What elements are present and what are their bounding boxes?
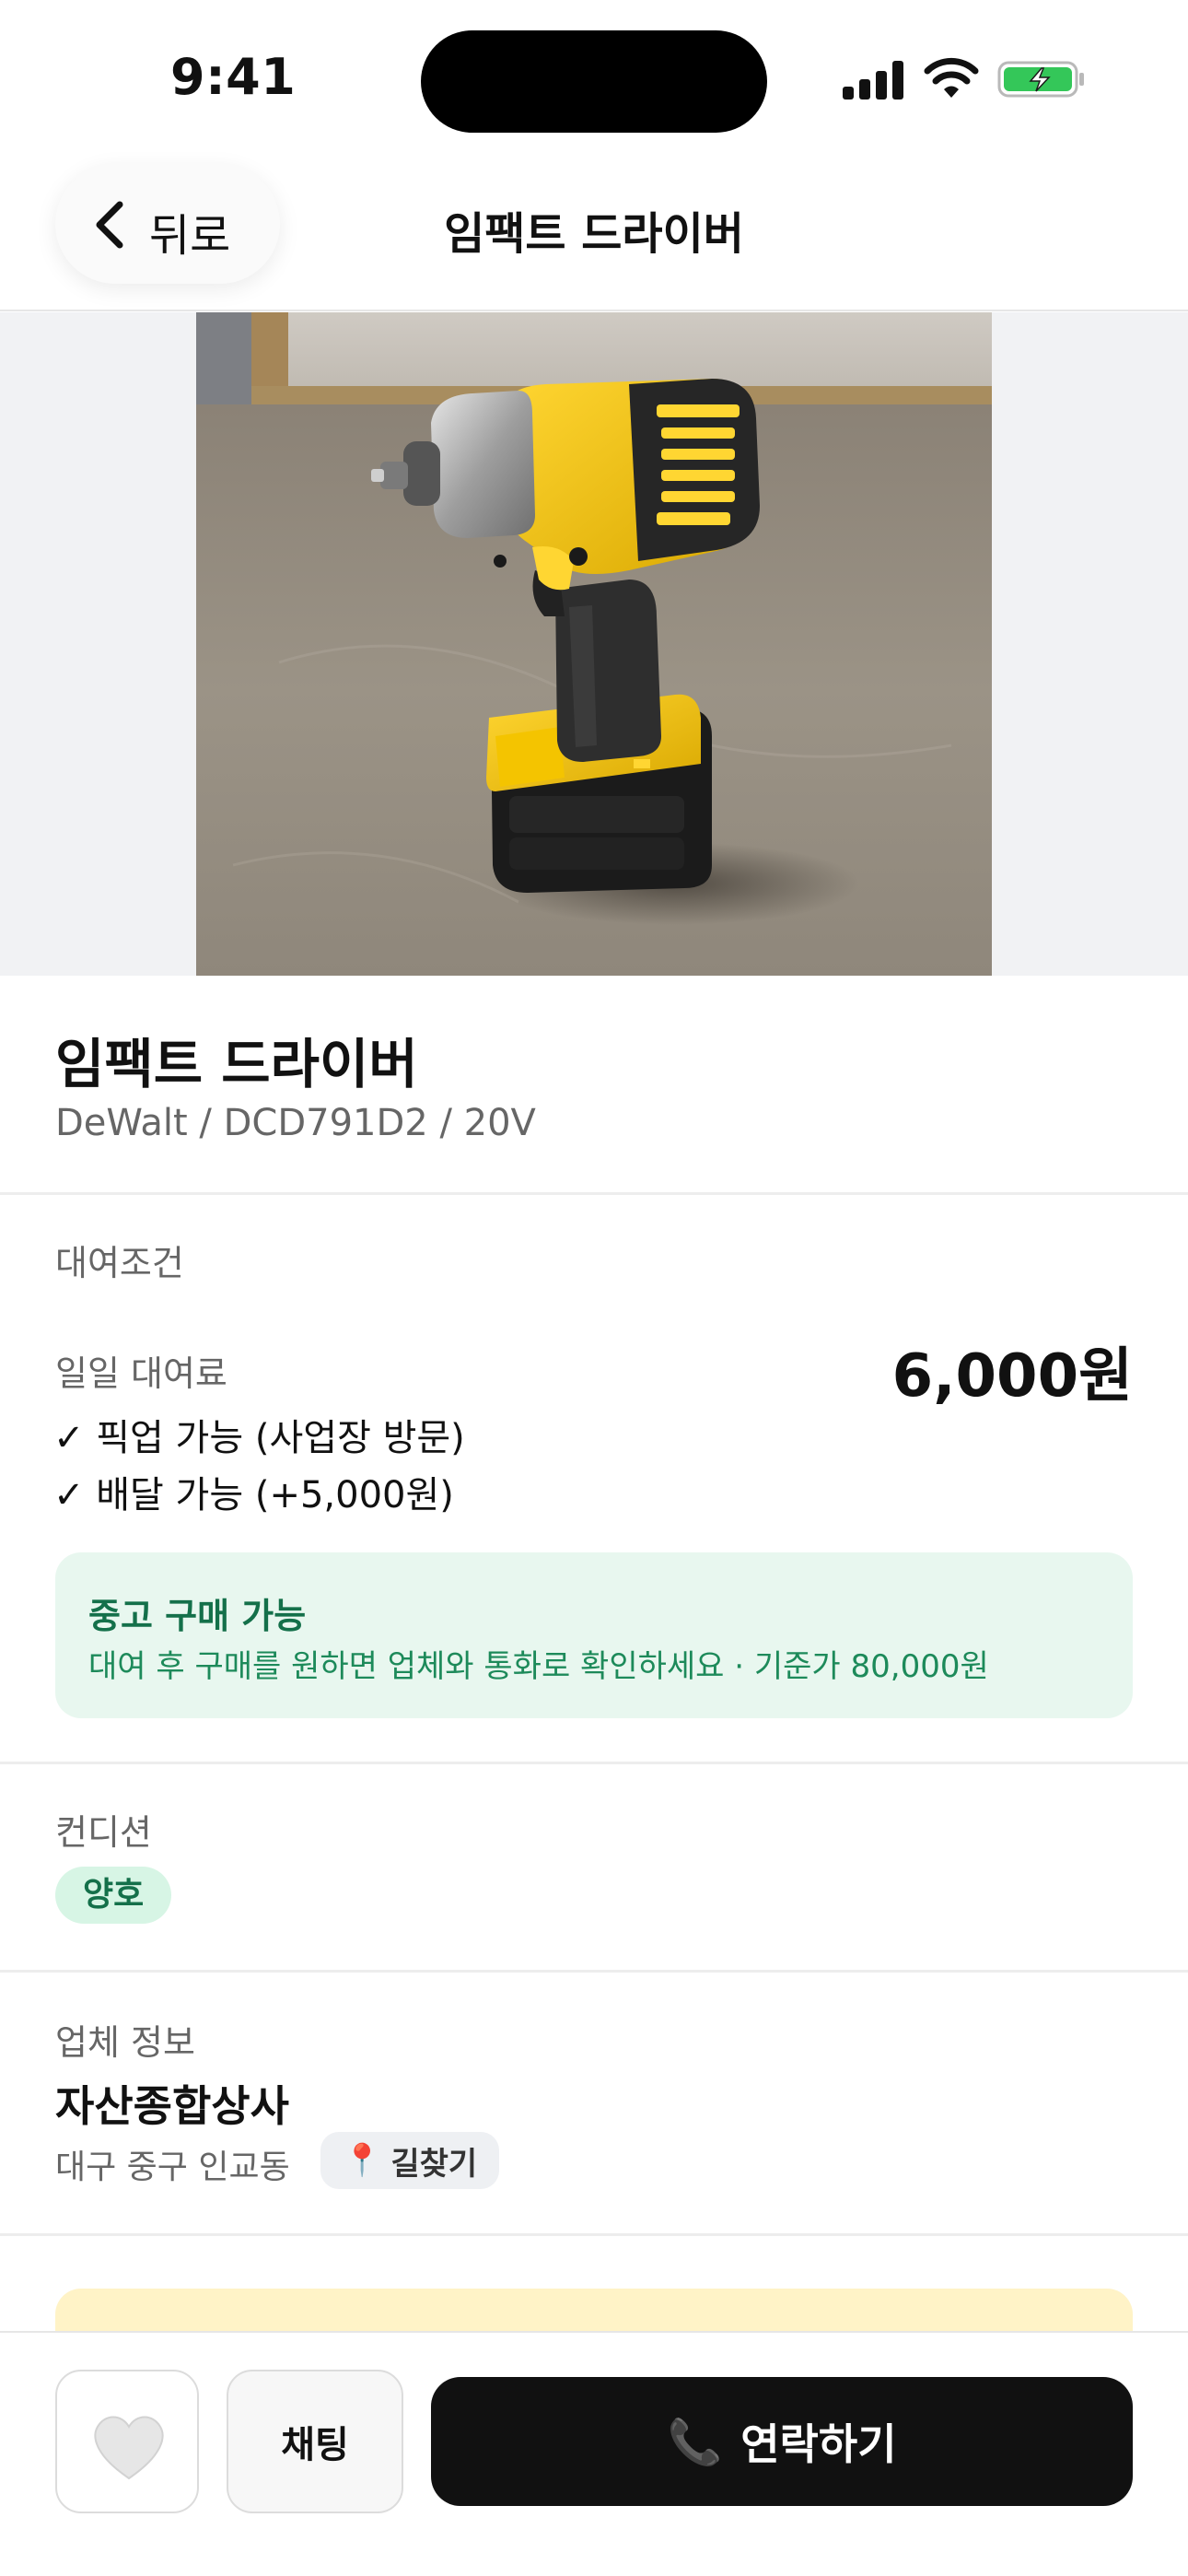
product-title: 임팩트 드라이버 <box>55 1033 418 1095</box>
product-subtitle: DeWalt / DCD791D2 / 20V <box>55 1102 536 1144</box>
status-time: 9:41 <box>170 48 297 106</box>
status-bar: 9:41 <box>0 0 1188 157</box>
bottom-action-bar: 채팅 📞 연락하기 <box>0 2331 1188 2576</box>
daily-rate-label: 일일 대여료 <box>55 1353 227 1394</box>
nav-title: 임팩트 드라이버 <box>444 208 744 260</box>
contact-label: 연락하기 <box>740 2419 897 2469</box>
divider <box>0 1970 1188 1973</box>
directions-label: 길찾기 <box>390 2145 478 2183</box>
contact-button[interactable]: 📞 연락하기 <box>431 2377 1133 2506</box>
vendor-name: 자산종합상사 <box>55 2081 289 2131</box>
favorite-button[interactable] <box>55 2370 199 2513</box>
vendor-section-label: 업체 정보 <box>55 2022 195 2063</box>
condition-badge: 양호 <box>55 1867 172 1924</box>
divider <box>0 1762 1188 1764</box>
photo-area <box>0 312 1188 976</box>
used-purchase-description: 대여 후 구매를 원하면 업체와 통화로 확인하세요 · 기준가 80,000원 <box>88 1648 989 1685</box>
product-photo[interactable] <box>196 312 992 976</box>
divider <box>0 2233 1188 2236</box>
divider <box>0 1192 1188 1195</box>
rental-section-label: 대여조건 <box>55 1243 184 1283</box>
dynamic-island <box>421 30 767 133</box>
wifi-icon <box>924 57 979 98</box>
navigation-bar: 뒤로 임팩트 드라이버 <box>0 157 1188 311</box>
delivery-option: ✓ 배달 가능 (+5,000원) <box>53 1474 454 1516</box>
pin-icon: 📍 <box>343 2142 382 2179</box>
used-purchase-title: 중고 구매 가능 <box>88 1596 307 1636</box>
phone-icon: 📞 <box>667 2416 723 2468</box>
used-purchase-box: 중고 구매 가능 대여 후 구매를 원하면 업체와 통화로 확인하세요 · 기준… <box>55 1552 1133 1718</box>
pickup-option: ✓ 픽업 가능 (사업장 방문) <box>53 1417 465 1459</box>
condition-section-label: 컨디션 <box>55 1812 152 1853</box>
daily-rate-value: 6,000원 <box>891 1342 1133 1411</box>
heart-icon <box>94 2416 164 2480</box>
chat-button[interactable]: 채팅 <box>227 2370 403 2513</box>
cellular-signal-icon <box>843 61 905 100</box>
directions-button[interactable]: 📍 길찾기 <box>320 2132 500 2189</box>
battery-charging-icon <box>997 61 1084 98</box>
vendor-address: 대구 중구 인교동 <box>55 2149 290 2186</box>
impact-driver-illustration <box>196 312 992 976</box>
